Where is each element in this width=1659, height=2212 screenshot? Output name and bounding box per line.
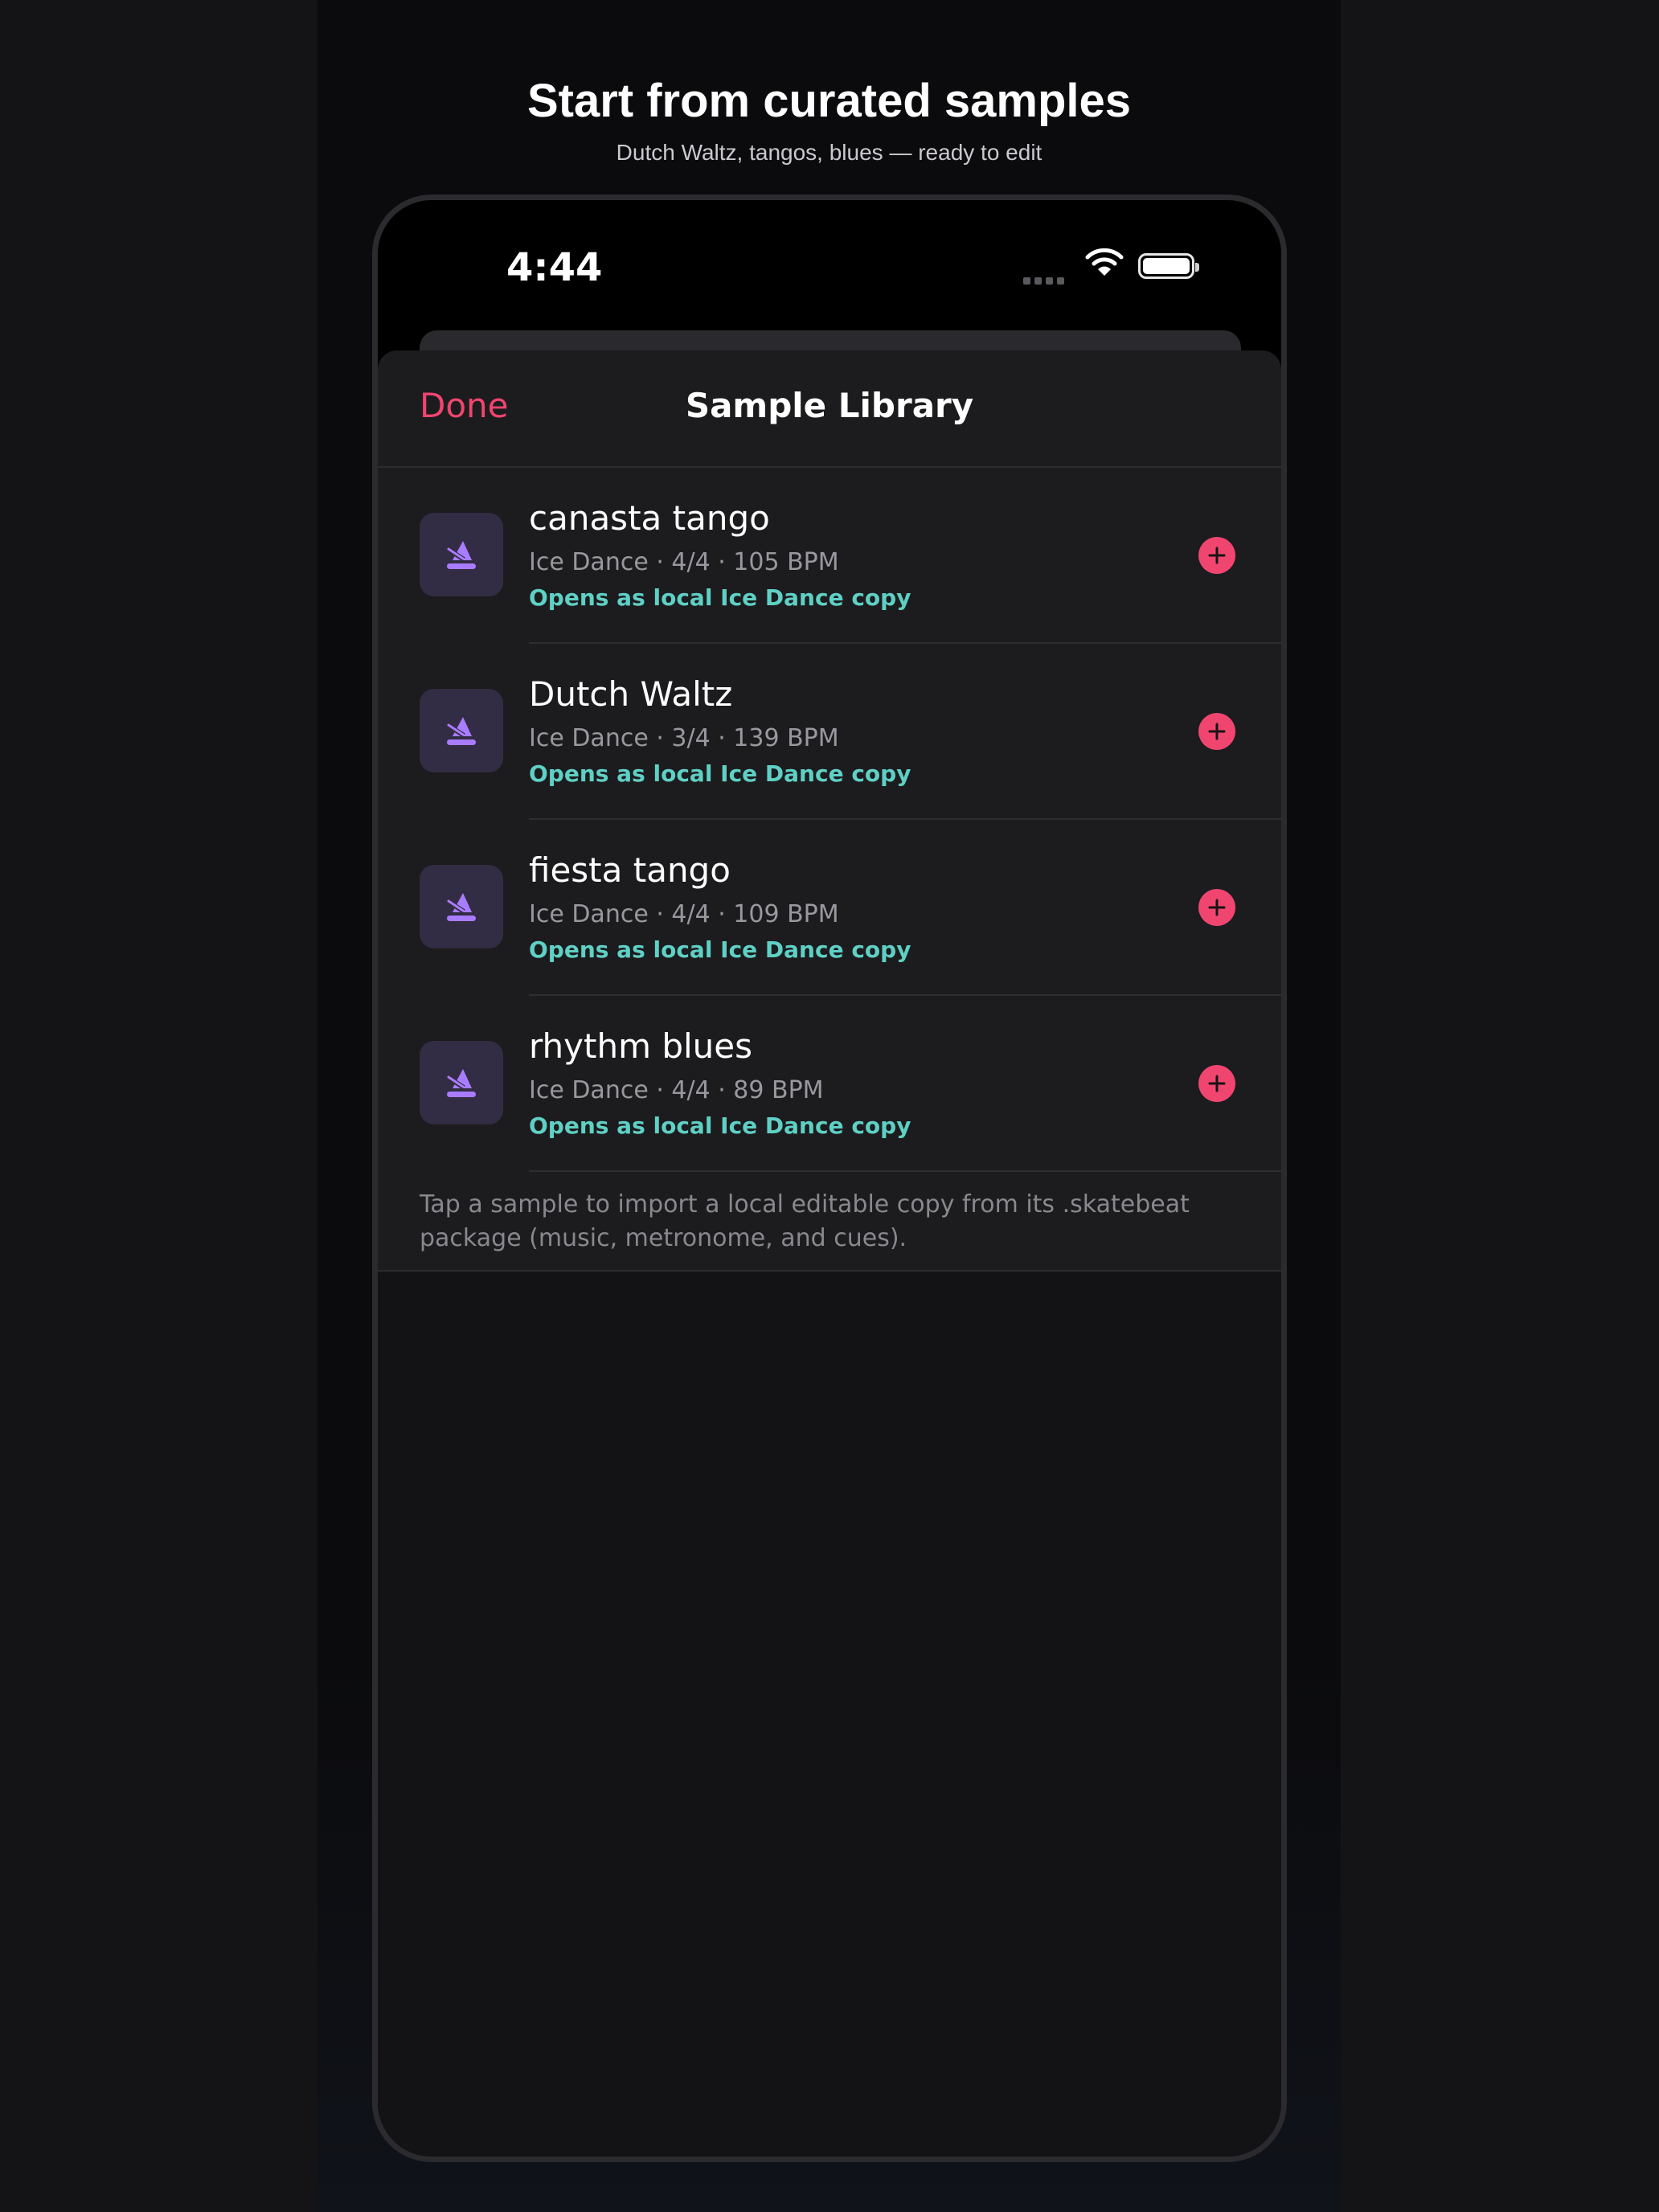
promo-subtitle: Dutch Waltz, tangos, blues — ready to ed… (616, 140, 1043, 165)
wifi-icon (1085, 248, 1124, 276)
plus-circle-icon[interactable] (1198, 713, 1235, 750)
sample-note: Opens as local Ice Dance copy (529, 760, 911, 787)
metronome-icon (420, 865, 503, 948)
status-time: 4:44 (506, 245, 603, 290)
list-item[interactable]: fiesta tango Ice Dance · 4/4 · 109 BPM O… (378, 820, 1281, 996)
phone-frame: 4:44 Done Sample Library canasta tango I… (372, 195, 1287, 2162)
sample-library-sheet: Done Sample Library canasta tango Ice Da… (378, 350, 1281, 2157)
sample-meta: Ice Dance · 4/4 · 105 BPM (529, 548, 839, 576)
list-item[interactable]: canasta tango Ice Dance · 4/4 · 105 BPM … (378, 468, 1281, 644)
sample-note: Opens as local Ice Dance copy (529, 584, 911, 611)
sample-list: canasta tango Ice Dance · 4/4 · 105 BPM … (378, 468, 1281, 1272)
cellular-signal-icon (1023, 274, 1068, 289)
list-item[interactable]: rhythm blues Ice Dance · 4/4 · 89 BPM Op… (378, 996, 1281, 1172)
promo-title: Start from curated samples (526, 75, 1132, 127)
sample-meta: Ice Dance · 4/4 · 109 BPM (529, 900, 839, 928)
battery-icon (1138, 253, 1199, 279)
sample-title: canasta tango (529, 498, 770, 538)
plus-circle-icon[interactable] (1198, 537, 1235, 574)
sample-note: Opens as local Ice Dance copy (529, 936, 911, 963)
divider (529, 1170, 1281, 1172)
sample-title: fiesta tango (529, 850, 731, 890)
navigation-bar: Done Sample Library (378, 350, 1281, 468)
sample-meta: Ice Dance · 4/4 · 89 BPM (529, 1076, 824, 1104)
sample-meta: Ice Dance · 3/4 · 139 BPM (529, 724, 839, 752)
status-bar: 4:44 (378, 200, 1281, 329)
metronome-icon (420, 689, 503, 772)
list-footer-text: Tap a sample to import a local editable … (378, 1172, 1281, 1272)
sample-note: Opens as local Ice Dance copy (529, 1112, 911, 1139)
plus-circle-icon[interactable] (1198, 1065, 1235, 1102)
list-item[interactable]: Dutch Waltz Ice Dance · 3/4 · 139 BPM Op… (378, 644, 1281, 820)
sample-title: Dutch Waltz (529, 674, 733, 714)
metronome-icon (420, 1041, 503, 1124)
sample-title: rhythm blues (529, 1026, 753, 1066)
page-title: Sample Library (685, 386, 974, 425)
plus-circle-icon[interactable] (1198, 889, 1235, 926)
metronome-icon (420, 513, 503, 596)
